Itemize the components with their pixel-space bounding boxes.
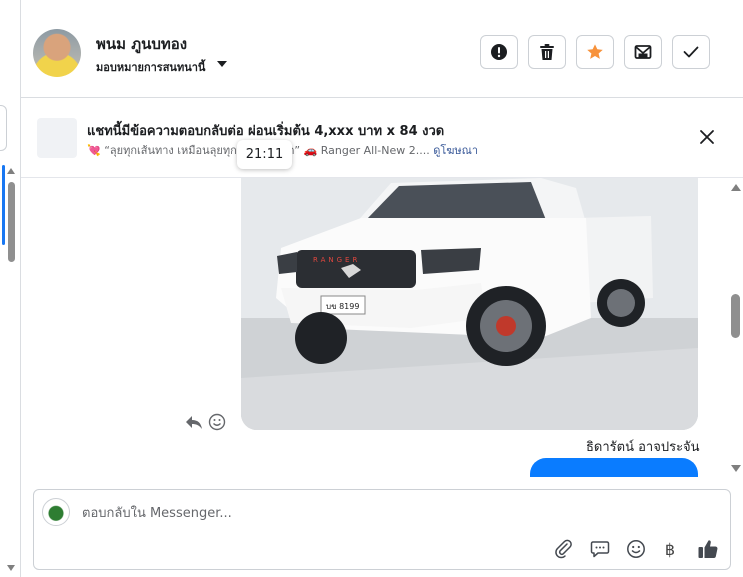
reply-icon (186, 416, 202, 429)
ad-title: แชทนี้มีข้อความตอบกลับต่อ ผ่อนเริ่มต้น 4… (87, 124, 445, 139)
timestamp-tooltip: 21:11 (237, 140, 292, 169)
chat-bubble-icon (590, 541, 610, 558)
left-scroll-up-arrow[interactable] (7, 168, 15, 174)
conversation-card-edge[interactable] (0, 105, 7, 151)
selected-indicator (2, 165, 5, 245)
paperclip-icon (555, 539, 572, 559)
svg-text:บข 8199: บข 8199 (326, 302, 359, 311)
view-ad-link[interactable]: ดูโฆษณา (433, 144, 478, 157)
close-icon (700, 130, 714, 144)
checkmark-icon (683, 46, 699, 58)
scroll-down-arrow[interactable] (731, 465, 741, 472)
thumbs-up-icon (698, 540, 718, 559)
message-area-edge (21, 477, 726, 485)
smiley-icon (627, 540, 645, 558)
payment-button[interactable]: ฿ (659, 538, 681, 560)
scroll-up-arrow[interactable] (731, 184, 741, 191)
react-button[interactable] (208, 413, 226, 431)
close-ad-button[interactable] (698, 128, 716, 146)
mark-done-button[interactable] (672, 35, 710, 69)
star-button[interactable] (576, 35, 614, 69)
contact-avatar[interactable] (33, 29, 81, 77)
chevron-down-icon[interactable] (217, 61, 227, 67)
star-icon (587, 44, 603, 59)
assign-conversation-dropdown[interactable]: มอบหมายการสนทนานี้ (96, 58, 205, 76)
conversation-list-edge (0, 0, 21, 577)
envelope-icon (634, 45, 652, 59)
reply-button[interactable] (184, 413, 204, 431)
saved-replies-button[interactable] (589, 538, 611, 560)
page-avatar (42, 498, 70, 526)
emoji-button[interactable] (625, 538, 647, 560)
mark-unread-button[interactable] (624, 35, 662, 69)
mark-spam-button[interactable] (480, 35, 518, 69)
left-scroll-down-arrow[interactable] (7, 565, 15, 571)
like-button[interactable] (697, 538, 719, 560)
reply-input[interactable] (82, 503, 502, 523)
car-photo-attachment[interactable]: RANGER บข 8199 (241, 178, 698, 430)
scrollbar-thumb[interactable] (731, 294, 740, 338)
ad-thumbnail[interactable] (37, 118, 77, 158)
trash-icon (540, 44, 554, 60)
left-scrollbar-thumb[interactable] (8, 182, 15, 262)
sender-name: ธิดารัตน์ อาจประจัน (586, 440, 700, 455)
svg-text:RANGER: RANGER (313, 256, 360, 264)
attach-button[interactable] (553, 538, 575, 560)
delete-button[interactable] (528, 35, 566, 69)
smiley-icon (208, 413, 226, 431)
contact-name[interactable]: พนม ภูนบทอง (96, 32, 187, 56)
alert-icon (491, 44, 507, 60)
car-illustration: RANGER บข 8199 (241, 178, 698, 430)
